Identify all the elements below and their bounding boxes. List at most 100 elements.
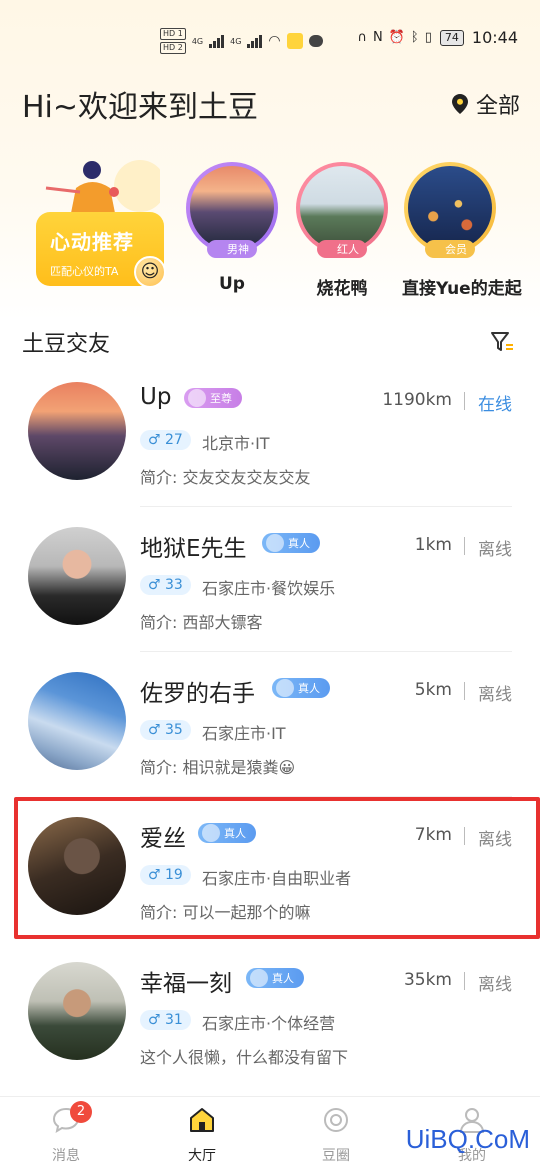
story-badge: 男神 [207,240,257,258]
user-distance: 1km [414,535,452,555]
home-icon [190,1108,214,1132]
user-tag: 真人 [272,678,330,698]
alarm-icon: ⏰ [388,30,405,45]
user-distance: 5km [414,680,452,700]
net1-label: 4G [191,36,204,46]
user-place: 石家庄市·餐饮娱乐 [202,579,336,598]
user-place: 石家庄市·IT [202,724,286,743]
filter-icon[interactable] [490,330,514,354]
user-avatar [28,962,126,1060]
user-status: 在线 [478,395,512,415]
user-tag: 真人 [262,533,320,553]
recommend-title: 心动推荐 [50,230,134,254]
circle-icon [324,1108,348,1132]
user-gender-age: ♂ 33 [140,575,191,595]
message-count-badge: 2 [70,1101,92,1123]
user-name: 爱丝 [140,826,186,852]
story-name: 直接Yue的走起 [402,279,522,299]
user-distance: 35km [403,970,452,990]
user-name: 佐罗的右手 [140,681,255,707]
story-badge: 红人 [317,240,367,258]
divider [464,972,465,990]
wifi-icon: ◠ [268,33,281,49]
status-left: HD 1 HD 2 4G 4G ◠ [160,28,323,54]
user-row[interactable]: 佐罗的右手 真人 5km 离线 ♂ 35 石家庄市·IT 简介: 相识就是猿粪😀 [0,652,540,797]
section-title: 土豆交友 [22,332,111,357]
user-row[interactable]: 地狱E先生 真人 1km 离线 ♂ 33 石家庄市·餐饮娱乐 简介: 西部大镖客 [0,507,540,652]
user-gender-age: ♂ 27 [140,430,191,450]
user-name: 幸福一刻 [140,971,232,997]
headphones-icon: ∩ [357,30,367,45]
signal2-icon [247,34,263,48]
tab-circle[interactable]: 豆圈 [296,1105,376,1165]
divider [464,537,465,555]
story-zhijieyue[interactable]: 会员 直接Yue的走起 [402,162,522,299]
story-badge: 会员 [425,240,475,258]
watermark: UiBQ.CoM [405,1124,530,1154]
signal-icon [209,34,225,48]
divider [464,827,465,845]
smile-emoji-icon: ☺ [134,256,166,288]
story-avatar [190,166,274,250]
tab-label: 消息 [52,1148,80,1164]
user-gender-age: ♂ 31 [140,1010,191,1030]
user-intro: 简介: 西部大镖客 [140,613,263,632]
story-up[interactable]: 男神 Up [184,162,280,294]
battery-icon: 74 [439,29,464,46]
page-title: Hi~欢迎来到土豆 [22,90,259,125]
user-gender-age: ♂ 35 [140,720,191,740]
story-avatar [408,166,492,250]
divider [464,392,465,410]
user-place: 石家庄市·自由职业者 [202,869,352,888]
chat-icon [308,35,323,47]
story-avatar [300,166,384,250]
user-tag: 至尊 [184,388,242,408]
status-right: ∩ N ⏰ ᛒ ▯ 74 10:44 [357,28,518,47]
clock: 10:44 [471,28,518,47]
story-name: Up [219,274,245,294]
user-intro: 简介: 可以一起那个的嘛 [140,903,311,922]
tab-label: 大厅 [188,1148,216,1164]
user-intro: 这个人很懒，什么都没有留下 [140,1048,349,1067]
user-name: 地狱E先生 [140,536,247,562]
tab-messages[interactable]: 2 消息 [26,1101,106,1165]
user-status: 离线 [478,685,512,705]
sim1-label: HD 1 [160,28,186,40]
status-icons: ∩ N ⏰ ᛒ ▯ [357,30,431,45]
user-avatar [28,672,126,770]
user-tag: 真人 [198,823,256,843]
nfc-icon: N [373,30,383,45]
user-intro: 简介: 相识就是猿粪😀 [140,758,296,777]
user-status: 离线 [478,975,512,995]
user-row[interactable]: Up 至尊 1190km 在线 ♂ 27 北京市·IT 简介: 交友交友交友交友 [0,362,540,507]
user-place: 石家庄市·个体经营 [202,1014,336,1033]
user-tag: 真人 [246,968,304,988]
location-pin-icon [451,94,468,114]
tab-hall[interactable]: 大厅 [162,1105,242,1165]
user-status: 离线 [478,540,512,560]
divider [464,682,465,700]
user-avatar [28,382,126,480]
tab-label: 豆圈 [322,1148,350,1164]
user-row[interactable]: 幸福一刻 真人 35km 离线 ♂ 31 石家庄市·个体经营 这个人很懒，什么都… [0,942,540,1087]
story-shaohuaya[interactable]: 红人 烧花鸭 [294,162,390,299]
status-bar: HD 1 HD 2 4G 4G ◠ ∩ N ⏰ ᛒ ▯ 74 10:44 [0,0,540,80]
user-status: 离线 [478,830,512,850]
location-label: 全部 [475,94,520,119]
user-avatar [28,527,126,625]
vibrate-icon: ▯ [424,30,432,45]
bluetooth-icon: ᛒ [410,30,419,45]
user-row[interactable]: 爱丝 真人 7km 离线 ♂ 19 石家庄市·自由职业者 简介: 可以一起那个的… [0,797,540,942]
user-place: 北京市·IT [202,434,270,453]
location-selector[interactable]: 全部 [451,88,520,120]
user-gender-age: ♂ 19 [140,865,191,885]
user-intro: 简介: 交友交友交友交友 [140,468,311,487]
story-name: 烧花鸭 [316,279,368,299]
net2-label: 4G [230,36,242,46]
sim2-label: HD 2 [160,42,186,54]
user-name: Up [140,384,172,410]
user-distance: 7km [414,825,452,845]
user-distance: 1190km [382,390,452,410]
user-avatar [28,817,126,915]
app-notification-icon [286,33,303,49]
